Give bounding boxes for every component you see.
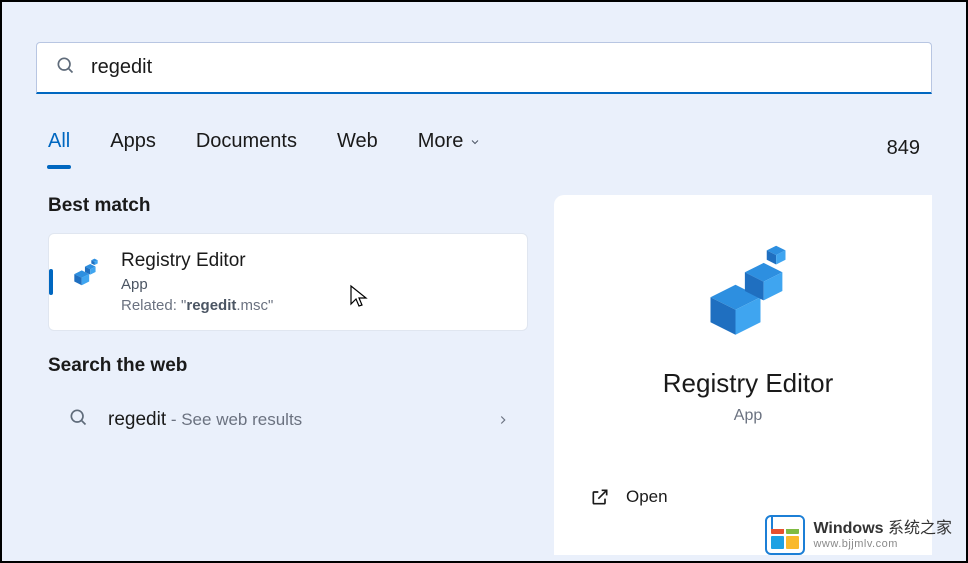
external-link-icon bbox=[590, 487, 610, 507]
search-input[interactable] bbox=[91, 56, 913, 79]
result-count: 849 bbox=[887, 137, 920, 160]
details-panel: Registry Editor App Open bbox=[554, 195, 932, 555]
chevron-right-icon bbox=[496, 413, 510, 427]
tab-more-label: More bbox=[418, 130, 464, 153]
watermark-line2: www.bjjmlv.com bbox=[813, 538, 952, 550]
result-title: Registry Editor bbox=[121, 250, 273, 272]
web-query: regedit - See web results bbox=[108, 409, 302, 431]
panel-title: Registry Editor bbox=[584, 368, 912, 399]
watermark: Windows 系统之家 www.bjjmlv.com bbox=[765, 515, 952, 555]
tab-more[interactable]: More bbox=[418, 130, 482, 167]
windows-logo-icon bbox=[765, 515, 805, 555]
search-web-heading: Search the web bbox=[48, 355, 528, 377]
selection-indicator bbox=[49, 269, 53, 295]
open-label: Open bbox=[626, 487, 668, 507]
mouse-cursor-icon bbox=[349, 284, 369, 308]
tab-web[interactable]: Web bbox=[337, 130, 378, 167]
result-related: Related: "regedit.msc" bbox=[121, 297, 273, 314]
open-action[interactable]: Open bbox=[584, 479, 912, 507]
panel-subtitle: App bbox=[584, 407, 912, 425]
tab-apps[interactable]: Apps bbox=[110, 130, 156, 167]
search-icon bbox=[68, 407, 88, 432]
search-icon bbox=[55, 55, 75, 80]
chevron-down-icon bbox=[469, 136, 481, 148]
watermark-line1: Windows 系统之家 bbox=[813, 520, 952, 538]
search-bar[interactable] bbox=[36, 42, 932, 94]
best-match-result[interactable]: Registry Editor App Related: "regedit.ms… bbox=[48, 233, 528, 331]
best-match-heading: Best match bbox=[48, 195, 528, 217]
web-result-row[interactable]: regedit - See web results bbox=[48, 393, 528, 446]
tab-all[interactable]: All bbox=[48, 130, 70, 167]
filter-tabs: All Apps Documents Web More 849 bbox=[36, 130, 932, 167]
registry-cubes-icon bbox=[698, 241, 798, 346]
result-type: App bbox=[121, 276, 273, 293]
tab-documents[interactable]: Documents bbox=[196, 130, 297, 167]
registry-cubes-icon bbox=[69, 250, 103, 295]
